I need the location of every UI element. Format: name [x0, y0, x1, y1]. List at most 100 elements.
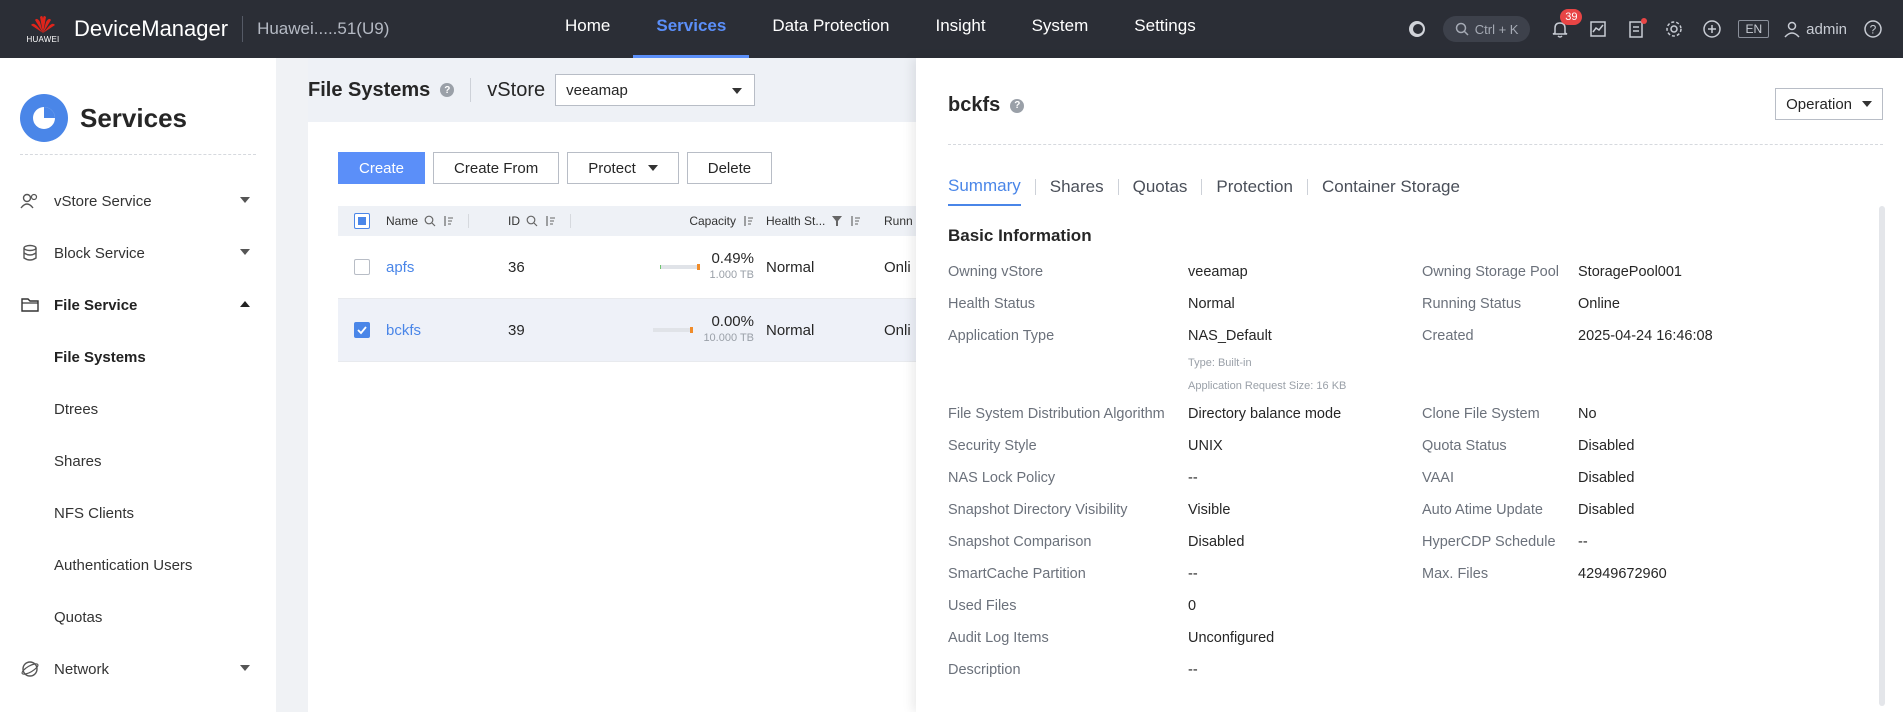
filter-icon[interactable] [831, 215, 843, 227]
user-icon [1784, 21, 1800, 38]
protect-button[interactable]: Protect [567, 152, 679, 184]
file-system-id: 39 [508, 321, 525, 339]
task-list-icon[interactable] [1624, 17, 1648, 41]
gear-icon[interactable] [1662, 17, 1686, 41]
check-icon [357, 326, 367, 335]
help-icon[interactable]: ? [1861, 17, 1885, 41]
capacity-bar [659, 264, 700, 270]
assistant-icon[interactable] [1405, 17, 1429, 41]
create-from-button[interactable]: Create From [433, 152, 560, 184]
nav-home[interactable]: Home [542, 0, 633, 58]
info-value: Online [1578, 296, 1620, 312]
sidebar-sub-file-systems[interactable]: File Systems [0, 331, 276, 383]
sidebar-item-vstore-service[interactable]: vStore Service [0, 175, 276, 227]
table-row[interactable]: bckfs 39 0.00% 10.000 TB Normal Onli [338, 299, 968, 362]
nav-data-protection[interactable]: Data Protection [749, 0, 912, 58]
file-system-name-link[interactable]: apfs [386, 259, 414, 276]
performance-icon[interactable] [1586, 17, 1610, 41]
basic-info: Owning vStore veeamap Health Status Norm… [948, 264, 1878, 704]
sidebar-item-file-service[interactable]: File Service [0, 279, 276, 331]
column-capacity[interactable]: Capacity [689, 214, 736, 228]
sidebar-sub-shares[interactable]: Shares [0, 435, 276, 487]
column-divider [570, 214, 571, 228]
info-subtext: Type: Built-in [1188, 357, 1252, 369]
info-value: Disabled [1578, 470, 1635, 486]
sort-icon[interactable] [544, 215, 556, 227]
tab-protection[interactable]: Protection [1216, 177, 1293, 205]
table-header: Name ID Capacity Health St... Runn [338, 206, 968, 236]
panel-scrollbar[interactable] [1879, 206, 1885, 706]
info-label: Max. Files [1422, 566, 1489, 582]
tab-shares[interactable]: Shares [1050, 177, 1104, 205]
delete-button[interactable]: Delete [686, 152, 773, 184]
vstore-select[interactable]: veeamap [555, 74, 756, 106]
column-health-status[interactable]: Health St... [766, 214, 825, 228]
info-label: Description [948, 662, 1021, 678]
info-value: 42949672960 [1578, 566, 1667, 582]
users-icon [20, 191, 44, 211]
row-checkbox[interactable] [354, 259, 370, 275]
info-value: -- [1188, 662, 1198, 678]
vstore-value: veeamap [566, 81, 628, 99]
nav-services[interactable]: Services [633, 0, 750, 58]
app-title: DeviceManager [74, 16, 229, 41]
sidebar-sub-dtrees[interactable]: Dtrees [0, 383, 276, 435]
search-icon[interactable] [526, 215, 538, 227]
sidebar-sub-nfs-clients[interactable]: NFS Clients [0, 487, 276, 539]
global-search[interactable]: Ctrl + K [1442, 16, 1531, 42]
info-value: Disabled [1578, 502, 1635, 518]
toolbar: Create Create From Protect Delete [338, 152, 773, 184]
capacity-percent: 0.49% [711, 250, 754, 267]
sidebar-sub-quotas[interactable]: Quotas [0, 591, 276, 643]
info-label: HyperCDP Schedule [1422, 534, 1556, 550]
sidebar-item-block-service[interactable]: Block Service [0, 227, 276, 279]
detail-panel: bckfs ? Operation Summary Shares Quotas … [916, 58, 1903, 712]
protect-label: Protect [588, 159, 636, 177]
sort-icon[interactable] [442, 215, 454, 227]
info-value: Visible [1188, 502, 1231, 518]
info-value: Disabled [1188, 534, 1245, 550]
plus-circle-icon[interactable] [1700, 17, 1724, 41]
info-label: Quota Status [1422, 438, 1507, 454]
help-icon[interactable]: ? [1010, 98, 1025, 113]
sidebar-item-label: Network [54, 660, 110, 678]
huawei-logo[interactable]: HUAWEI [22, 14, 64, 44]
sidebar-item-network[interactable]: Network [0, 643, 276, 695]
sidebar-header: Services [0, 58, 276, 154]
capacity-percent: 0.00% [711, 313, 754, 330]
language-switch[interactable]: EN [1738, 20, 1770, 38]
capacity-total: 10.000 TB [703, 332, 754, 344]
user-name: admin [1806, 20, 1847, 38]
row-checkbox[interactable] [354, 322, 370, 338]
column-name[interactable]: Name [386, 214, 418, 228]
top-bar: HUAWEI DeviceManager Huawei.....51(U9) H… [0, 0, 1903, 58]
tab-summary[interactable]: Summary [948, 176, 1021, 206]
sidebar-sub-authentication-users[interactable]: Authentication Users [0, 539, 276, 591]
nav-settings[interactable]: Settings [1111, 0, 1218, 58]
column-id[interactable]: ID [508, 214, 520, 228]
help-icon[interactable]: ? [440, 83, 455, 97]
device-name[interactable]: Huawei.....51(U9) [257, 19, 389, 39]
file-system-name-link[interactable]: bckfs [386, 322, 421, 339]
tab-container-storage[interactable]: Container Storage [1322, 177, 1460, 205]
sort-icon[interactable] [849, 215, 861, 227]
user-menu[interactable]: admin [1783, 20, 1847, 38]
tab-quotas[interactable]: Quotas [1133, 177, 1188, 205]
bell-icon[interactable]: 39 [1548, 9, 1583, 41]
file-system-id: 36 [508, 258, 525, 276]
search-icon[interactable] [424, 215, 436, 227]
tab-divider [1306, 179, 1308, 195]
create-button[interactable]: Create [338, 152, 426, 184]
select-all-checkbox[interactable] [354, 213, 370, 229]
operation-dropdown[interactable]: Operation [1775, 88, 1883, 120]
table-row[interactable]: apfs 36 0.49% 1.000 TB Normal Onli [338, 236, 968, 299]
nav-insight[interactable]: Insight [913, 0, 1009, 58]
chevron-down-icon [240, 249, 250, 255]
sort-icon[interactable] [742, 215, 754, 227]
column-running-status[interactable]: Runn [884, 214, 913, 228]
svg-text:?: ? [1870, 23, 1877, 37]
chevron-down-icon [240, 197, 250, 203]
vstore-label: vStore [487, 78, 546, 101]
nav-system[interactable]: System [1009, 0, 1112, 58]
info-value: NAS_Default [1188, 328, 1272, 344]
